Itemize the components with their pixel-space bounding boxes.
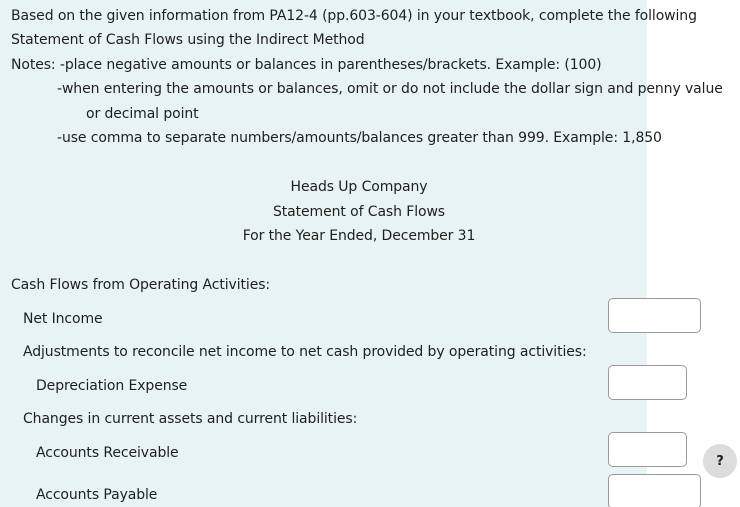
depreciation-expense-input[interactable] <box>608 365 687 400</box>
instruction-line-3: Notes: -place negative amounts or balanc… <box>11 57 602 73</box>
question-mark-icon: ? <box>716 453 724 469</box>
help-button[interactable]: ? <box>703 444 737 478</box>
question-panel <box>0 0 647 507</box>
depreciation-expense-label: Depreciation Expense <box>36 378 188 394</box>
instruction-line-4: -when entering the amounts or balances, … <box>57 81 723 97</box>
changes-current-label: Changes in current assets and current li… <box>23 411 358 427</box>
operating-section-title: Cash Flows from Operating Activities: <box>11 277 271 293</box>
instruction-line-6: -use comma to separate numbers/amounts/b… <box>57 130 662 146</box>
instruction-line-2: Statement of Cash Flows using the Indire… <box>11 32 365 48</box>
accounts-receivable-input[interactable] <box>608 432 687 467</box>
accounts-receivable-label: Accounts Receivable <box>36 445 179 461</box>
net-income-input[interactable] <box>608 298 701 333</box>
company-name: Heads Up Company <box>290 179 428 195</box>
quiz-question-page: Based on the given information from PA12… <box>0 0 740 507</box>
accounts-payable-input[interactable] <box>608 474 701 507</box>
accounts-payable-label: Accounts Payable <box>36 487 158 503</box>
instruction-line-1: Based on the given information from PA12… <box>11 8 697 24</box>
adjustments-label: Adjustments to reconcile net income to n… <box>23 344 587 360</box>
instruction-line-5: or decimal point <box>86 106 199 122</box>
statement-title: Statement of Cash Flows <box>273 204 445 220</box>
net-income-label: Net Income <box>23 311 103 327</box>
statement-period: For the Year Ended, December 31 <box>242 228 476 244</box>
